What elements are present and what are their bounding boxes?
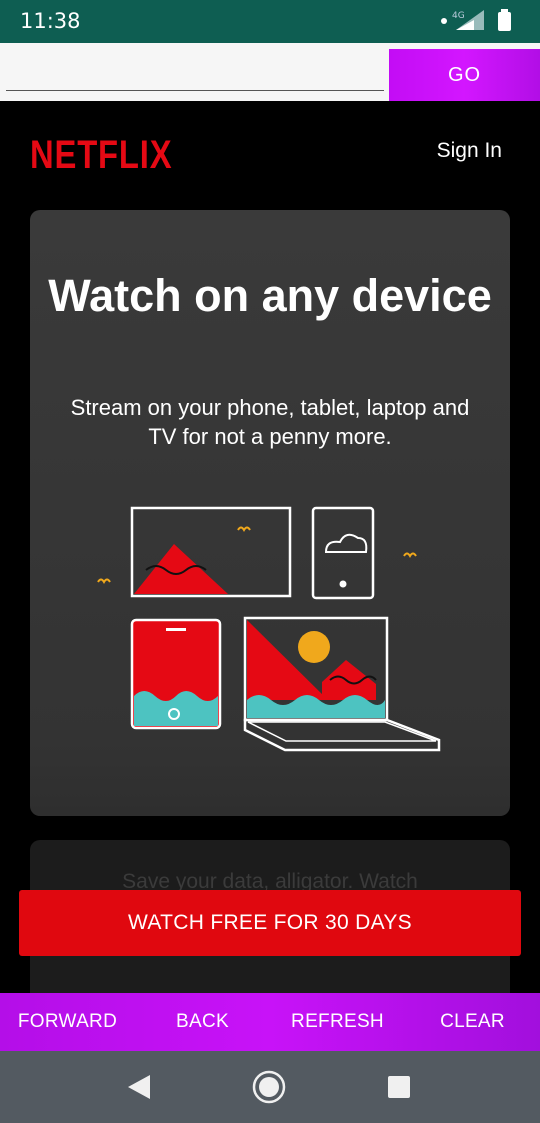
browser-nav-bar: FORWARD BACK REFRESH CLEAR xyxy=(0,993,540,1051)
card-subtitle: Stream on your phone, tablet, laptop and… xyxy=(70,395,470,449)
recents-square-icon[interactable] xyxy=(381,1069,417,1105)
watch-free-button[interactable]: WATCH FREE FOR 30 DAYS xyxy=(19,890,521,956)
forward-button[interactable]: FORWARD xyxy=(0,993,135,1051)
sign-in-link[interactable]: Sign In xyxy=(437,139,502,163)
status-icons: 4G xyxy=(441,9,511,31)
home-circle-icon[interactable] xyxy=(251,1069,287,1105)
back-button[interactable]: BACK xyxy=(135,993,270,1051)
status-bar: 11:38 4G xyxy=(0,0,540,43)
refresh-button[interactable]: REFRESH xyxy=(270,993,405,1051)
battery-icon xyxy=(498,12,511,31)
laptop-icon xyxy=(243,616,441,752)
devices-illustration-icon xyxy=(97,506,441,752)
url-input[interactable] xyxy=(6,51,384,91)
go-button[interactable]: GO xyxy=(389,49,540,101)
device-feature-card: Watch on any device Stream on your phone… xyxy=(30,210,510,816)
card-title: Watch on any device xyxy=(48,270,492,321)
tv-icon xyxy=(130,506,292,598)
back-triangle-icon[interactable] xyxy=(122,1069,158,1105)
status-time: 11:38 xyxy=(20,9,81,33)
netflix-logo[interactable]: NETFLIX xyxy=(30,133,172,178)
bird-icon xyxy=(403,552,417,558)
bird-icon xyxy=(97,578,111,584)
web-view[interactable]: NETFLIX Sign In Watch on any device Stre… xyxy=(0,101,540,993)
clear-button[interactable]: CLEAR xyxy=(405,993,540,1051)
tablet-icon xyxy=(130,618,222,730)
system-nav-bar xyxy=(0,1051,540,1123)
network-type-label: 4G xyxy=(452,11,465,21)
notification-dot-icon xyxy=(441,18,447,24)
phone-icon xyxy=(311,506,375,600)
